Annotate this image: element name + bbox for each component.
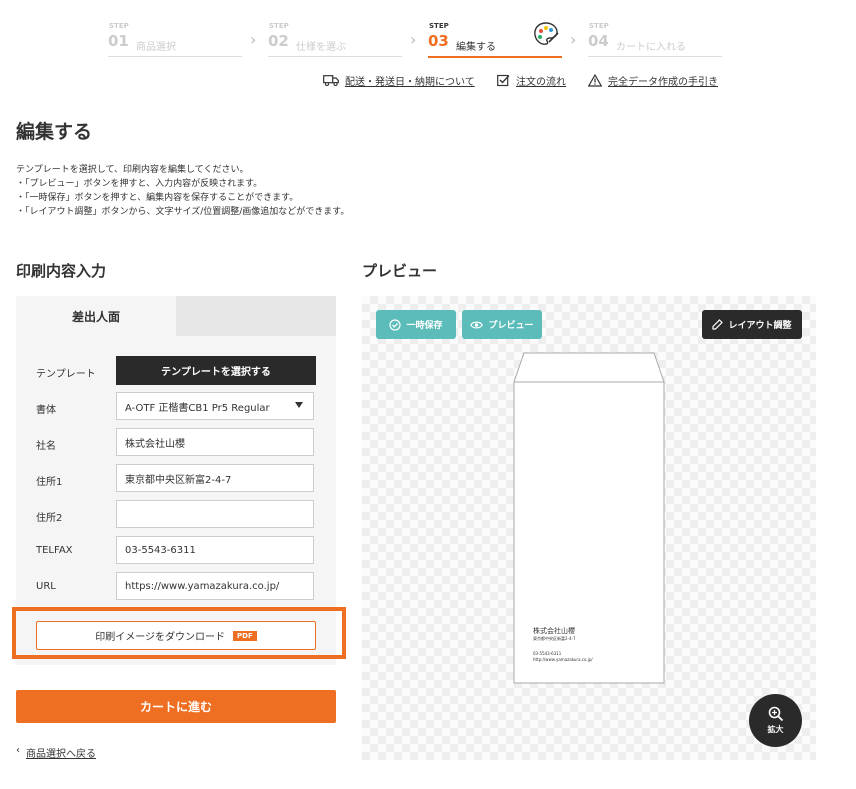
envelope-url: http://www.yamazakura.co.jp/ xyxy=(533,657,593,662)
intro-text: テンプレートを選択して、印刷内容を編集してください。 ・「プレビュー」ボタンを押… xyxy=(16,163,349,219)
company-input[interactable]: 株式会社山櫻 xyxy=(116,428,314,456)
url-label: URL xyxy=(36,581,56,592)
preview-button[interactable]: プレビュー xyxy=(462,310,542,339)
step-number: 04 xyxy=(588,32,609,50)
step-number: 02 xyxy=(268,32,289,50)
tab-empty xyxy=(176,296,336,336)
envelope-address: 東京都中央区新富2-4-7 xyxy=(533,636,576,641)
company-label: 社名 xyxy=(36,441,56,452)
step-name: 商品選択 xyxy=(136,42,176,53)
temporary-save-button[interactable]: 一時保存 xyxy=(376,310,456,339)
proceed-to-cart-button[interactable]: カートに進む xyxy=(16,690,336,723)
step-label: STEP xyxy=(429,22,449,30)
step-name: 編集する xyxy=(456,42,496,53)
back-link-text: 商品選択へ戻る xyxy=(26,749,96,760)
font-select-value: A-OTF 正楷書CB1 Pr5 Regular xyxy=(125,402,270,414)
select-template-button[interactable]: テンプレートを選択する xyxy=(116,356,316,385)
intro-line: ・「プレビュー」ボタンを押すと、入力内容が反映されます。 xyxy=(16,179,263,189)
preview-section-title: プレビュー xyxy=(362,262,438,280)
warning-icon xyxy=(588,74,602,87)
back-to-product-selection-link[interactable]: ‹ 商品選択へ戻る xyxy=(16,745,96,760)
pdf-badge: PDF xyxy=(233,630,257,641)
download-print-image-button[interactable]: 印刷イメージをダウンロード PDF xyxy=(36,621,316,650)
address1-label: 住所1 xyxy=(36,477,63,488)
eye-icon xyxy=(470,321,484,328)
address1-input[interactable]: 東京都中央区新富2-4-7 xyxy=(116,464,314,492)
step-number: 01 xyxy=(108,32,129,50)
url-input[interactable]: https://www.yamazakura.co.jp/ xyxy=(116,572,314,600)
pencil-icon xyxy=(712,319,724,330)
step-02: STEP 02 仕様を選ぶ xyxy=(268,22,402,57)
font-select[interactable]: A-OTF 正楷書CB1 Pr5 Regular xyxy=(116,392,314,420)
telfax-label: TELFAX xyxy=(36,545,73,556)
envelope-company: 株式会社山櫻 xyxy=(533,627,575,635)
palette-icon xyxy=(534,22,559,45)
shipping-link-text: 配送・発送日・納期について xyxy=(345,77,475,88)
font-label: 書体 xyxy=(36,405,56,416)
preview-area: 一時保存 プレビュー レイアウト調整 拡大 xyxy=(362,296,816,760)
zoom-in-icon xyxy=(768,706,783,722)
intro-line: ・「レイアウト調整」ボタンから、文字サイズ/位置調整/画像追加などができます。 xyxy=(16,207,350,217)
telfax-input[interactable]: 03-5543-6311 xyxy=(116,536,314,564)
address2-label: 住所2 xyxy=(36,513,63,524)
template-label: テンプレート xyxy=(36,369,96,380)
layout-adjust-button[interactable]: レイアウト調整 xyxy=(702,310,802,339)
tab-sender-side[interactable]: 差出人面 xyxy=(16,296,176,336)
step-name: 仕様を選ぶ xyxy=(296,42,346,53)
step-01: STEP 01 商品選択 xyxy=(108,22,242,57)
order-flow-link[interactable]: 注文の流れ xyxy=(497,73,566,88)
caret-down-icon xyxy=(295,402,303,408)
zoom-button-label: 拡大 xyxy=(767,725,784,734)
step-number: 03 xyxy=(428,32,449,50)
chevron-right-icon: › xyxy=(570,30,577,49)
step-03-active: STEP 03 編集する xyxy=(428,22,562,58)
download-button-label: 印刷イメージをダウンロード xyxy=(95,632,226,643)
data-guide-link-text: 完全データ作成の手引き xyxy=(608,77,718,88)
intro-line: ・「一時保存」ボタンを押すと、編集内容を保存することができます。 xyxy=(16,193,299,203)
shipping-link[interactable]: 配送・発送日・納期について xyxy=(323,73,475,88)
chevron-left-icon: ‹ xyxy=(16,745,20,756)
truck-icon xyxy=(323,75,339,86)
envelope-tel: 03-5543-6311 xyxy=(533,651,562,656)
order-flow-link-text: 注文の流れ xyxy=(516,77,566,88)
zoom-button[interactable]: 拡大 xyxy=(749,694,802,747)
temporary-save-label: 一時保存 xyxy=(406,321,443,331)
intro-line: テンプレートを選択して、印刷内容を編集してください。 xyxy=(16,165,249,175)
chevron-right-icon: › xyxy=(410,30,417,49)
address2-input[interactable] xyxy=(116,500,314,528)
layout-adjust-label: レイアウト調整 xyxy=(728,321,792,331)
chevron-right-icon: › xyxy=(250,30,257,49)
step-name: カートに入れる xyxy=(616,42,686,53)
step-label: STEP xyxy=(109,22,129,30)
check-circle-icon xyxy=(389,318,402,331)
step-label: STEP xyxy=(269,22,289,30)
input-section-title: 印刷内容入力 xyxy=(16,262,107,280)
step-label: STEP xyxy=(589,22,609,30)
checkbox-icon xyxy=(497,74,510,87)
step-04: STEP 04 カートに入れる xyxy=(588,22,722,57)
preview-button-label: プレビュー xyxy=(488,321,534,331)
page-title: 編集する xyxy=(16,121,93,143)
data-guide-link[interactable]: 完全データ作成の手引き xyxy=(588,73,718,88)
